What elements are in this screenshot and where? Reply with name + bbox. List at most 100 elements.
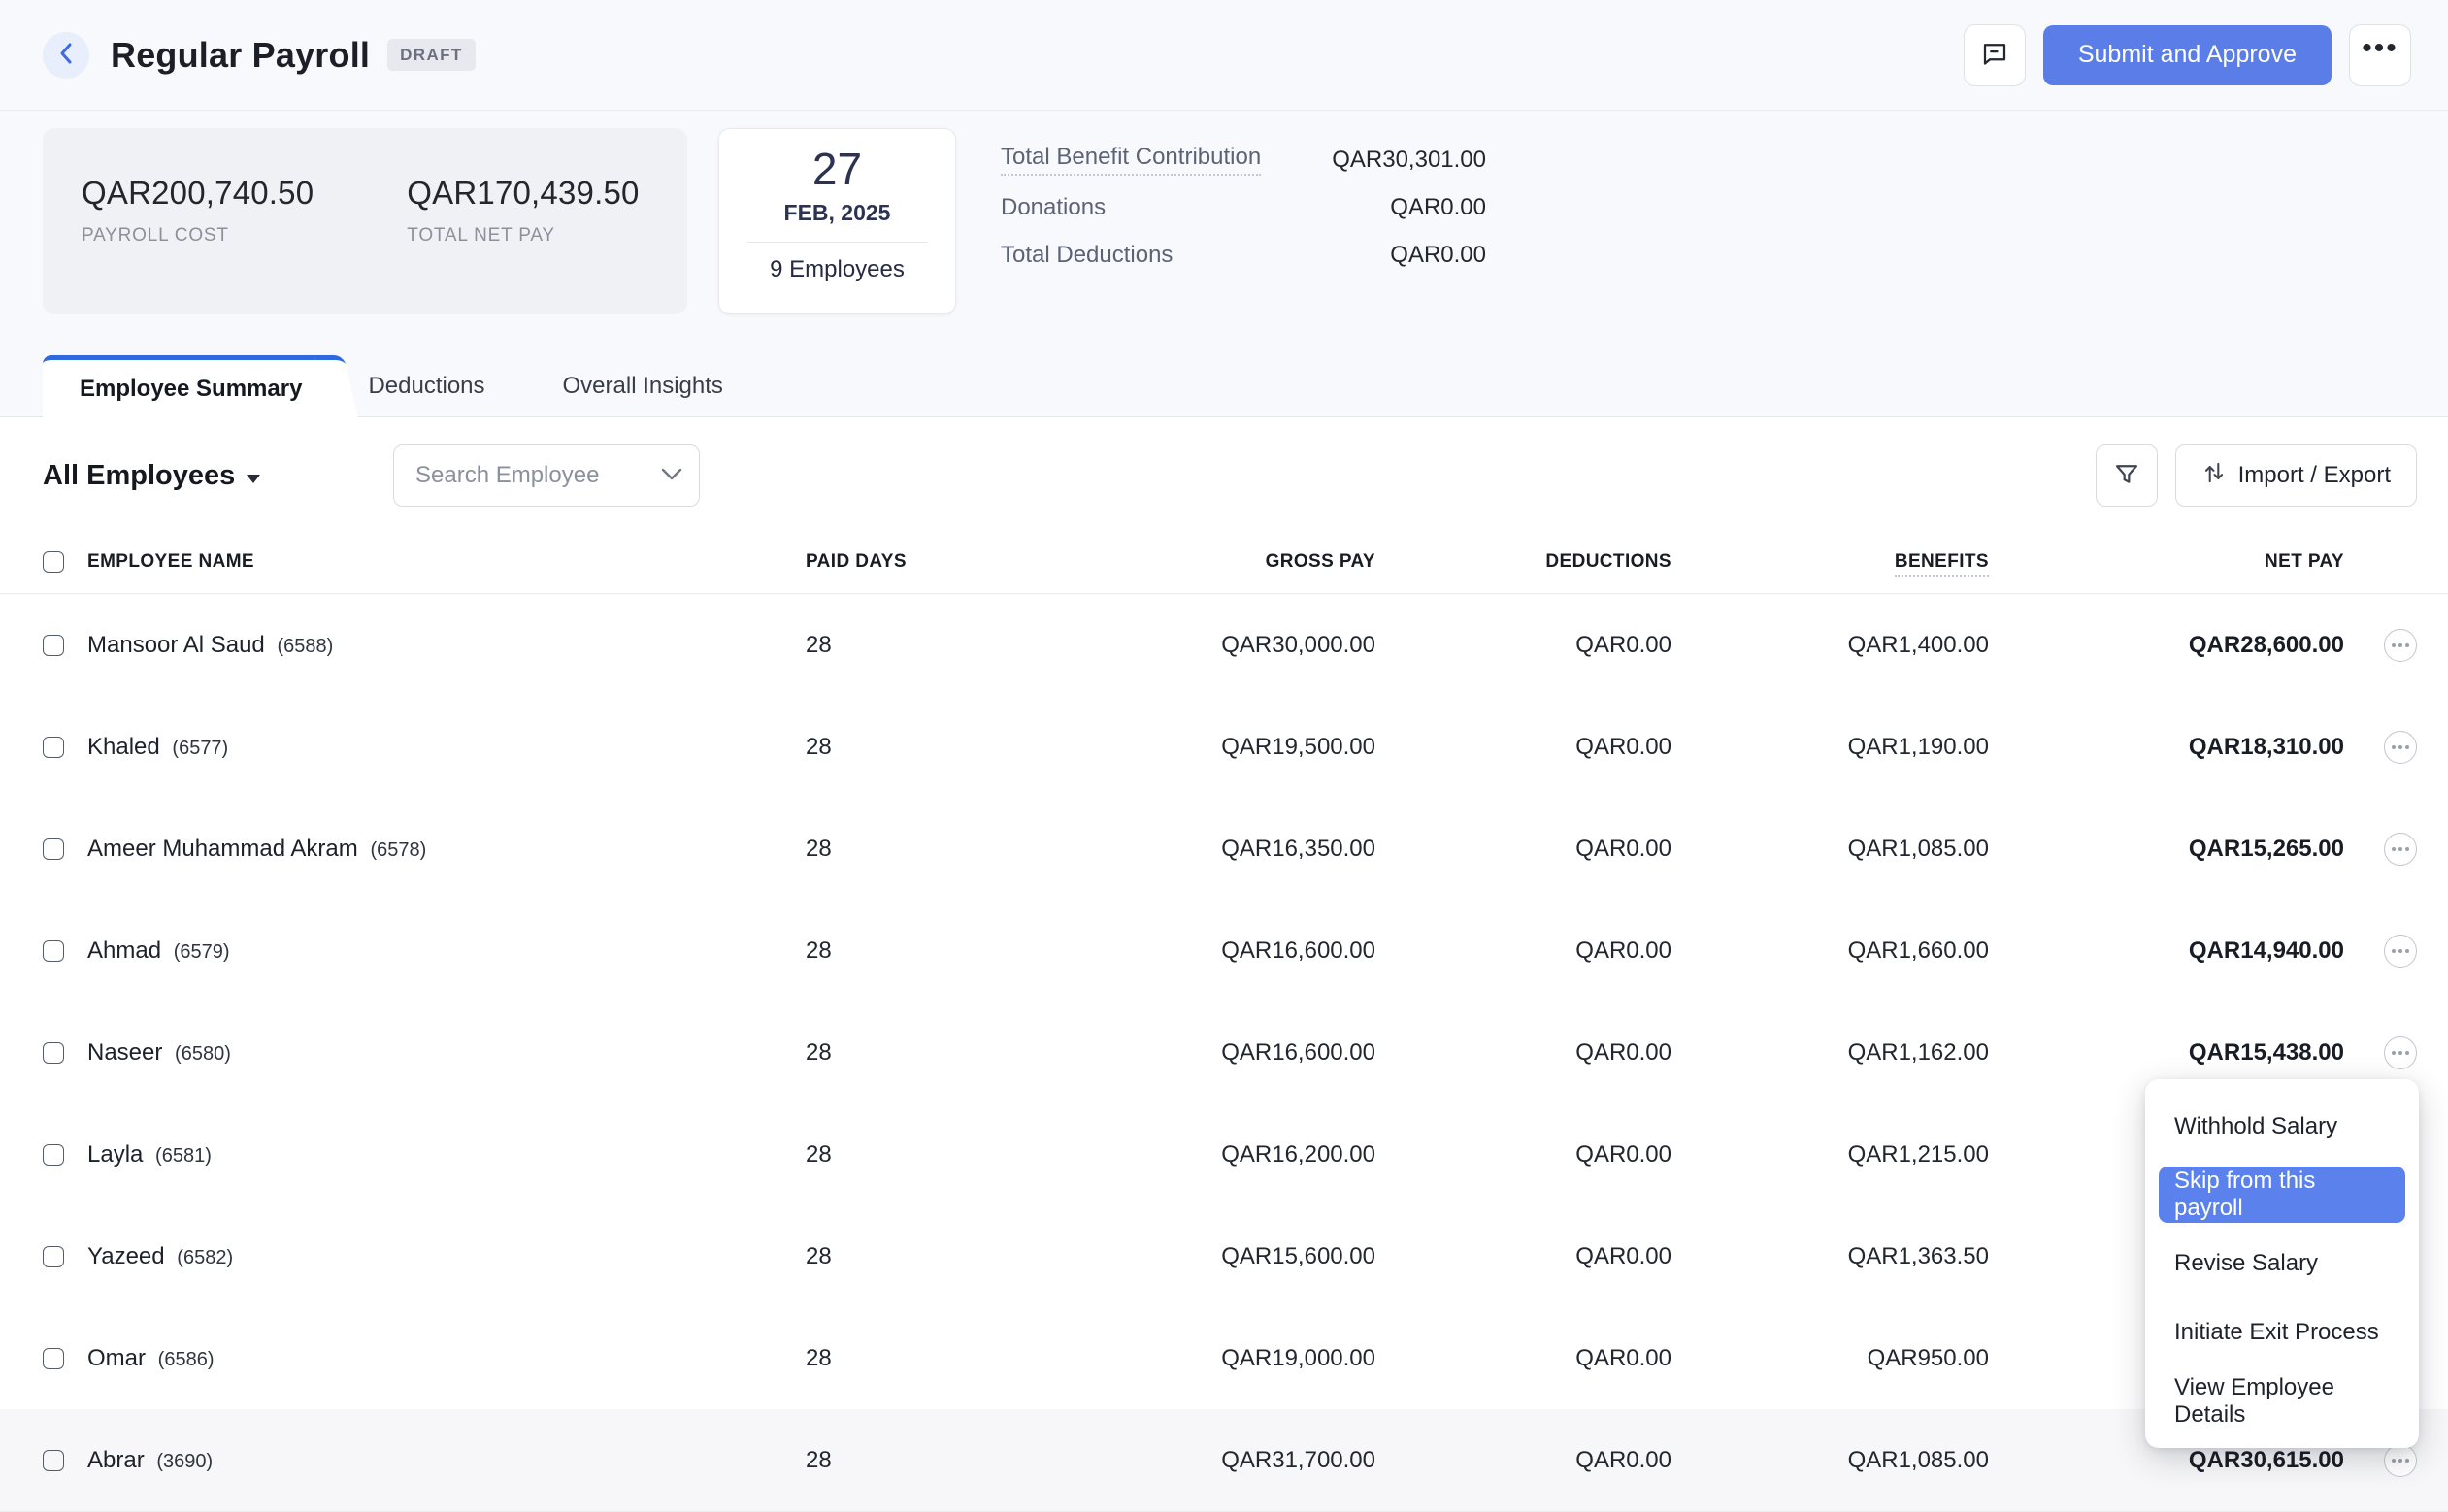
caret-down-icon (247, 475, 260, 483)
comment-icon (1980, 39, 2009, 71)
row-checkbox[interactable] (43, 1348, 64, 1369)
content-area: All Employees (0, 417, 2448, 1512)
table-row[interactable]: Mansoor Al Saud (6588) 28 QAR30,000.00 Q… (0, 594, 2448, 696)
table-row[interactable]: Layla (6581) 28 QAR16,200.00 QAR0.00 QAR… (0, 1103, 2448, 1205)
employee-id: (6586) (158, 1349, 215, 1370)
totals-list: Total Benefit Contribution QAR30,301.00 … (1001, 128, 1486, 279)
benefits-cell: QAR1,215.00 (1671, 1141, 1989, 1168)
chevron-down-icon[interactable] (661, 468, 682, 486)
row-context-menu: Withhold Salary Skip from this payroll R… (2145, 1079, 2419, 1448)
swap-vertical-icon (2201, 459, 2227, 493)
table-header-row: EMPLOYEE NAME PAID DAYS GROSS PAY DEDUCT… (0, 530, 2448, 594)
benefits-cell: QAR1,190.00 (1671, 734, 1989, 761)
col-employee-name: EMPLOYEE NAME (87, 551, 806, 573)
paid-days-cell: 28 (806, 1345, 961, 1372)
row-actions-button[interactable] (2384, 1036, 2417, 1069)
paid-days-cell: 28 (806, 836, 961, 863)
paid-days-cell: 28 (806, 1447, 961, 1474)
paid-days-cell: 28 (806, 632, 961, 659)
donations-row: Donations QAR0.00 (1001, 183, 1486, 231)
context-menu-item[interactable]: Initiate Exit Process (2145, 1298, 2419, 1366)
employee-name-cell: Mansoor Al Saud (6588) (87, 632, 806, 659)
back-button[interactable] (43, 32, 89, 79)
funnel-icon (2113, 461, 2140, 491)
row-checkbox[interactable] (43, 1144, 64, 1166)
employee-id: (6582) (177, 1247, 233, 1268)
row-checkbox[interactable] (43, 838, 64, 860)
total-net-pay-label: TOTAL NET PAY (407, 225, 639, 247)
table-row[interactable]: Ameer Muhammad Akram (6578) 28 QAR16,350… (0, 798, 2448, 900)
employee-name: Layla (87, 1141, 143, 1167)
table-row[interactable]: Ahmad (6579) 28 QAR16,600.00 QAR0.00 QAR… (0, 900, 2448, 1002)
net-pay-cell: QAR15,265.00 (1989, 836, 2344, 863)
more-actions-button[interactable]: ••• (2349, 24, 2411, 86)
tab-deductions[interactable]: Deductions (329, 355, 523, 416)
total-benefit-value: QAR30,301.00 (1332, 147, 1486, 174)
employee-name: Mansoor Al Saud (87, 632, 265, 658)
col-deductions: DEDUCTIONS (1375, 551, 1671, 573)
pay-date-month-year: FEB, 2025 (784, 200, 891, 226)
comments-button[interactable] (1964, 24, 2026, 86)
submit-and-approve-button[interactable]: Submit and Approve (2043, 25, 2332, 85)
paid-days-cell: 28 (806, 1039, 961, 1067)
table-row[interactable]: Abrar (3690) 28 QAR31,700.00 QAR0.00 QAR… (0, 1409, 2448, 1511)
tab-overall-insights[interactable]: Overall Insights (524, 355, 762, 416)
payroll-cost-card: QAR200,740.50 PAYROLL COST QAR170,439.50… (43, 128, 687, 314)
tab-employee-summary[interactable]: Employee Summary (43, 355, 329, 417)
row-checkbox[interactable] (43, 1246, 64, 1267)
employee-count: 9 Employees (770, 256, 905, 283)
import-export-button[interactable]: Import / Export (2175, 444, 2417, 507)
filter-button[interactable] (2096, 444, 2158, 507)
employee-filter-dropdown[interactable]: All Employees (43, 460, 393, 492)
employee-name-cell: Layla (6581) (87, 1141, 806, 1168)
payroll-cost-label: PAYROLL COST (82, 225, 314, 247)
row-actions-button[interactable] (2384, 833, 2417, 866)
context-menu-item[interactable]: Withhold Salary (2145, 1092, 2419, 1161)
net-pay-cell: QAR14,940.00 (1989, 937, 2344, 965)
table-row[interactable]: Omar (6586) 28 QAR19,000.00 QAR0.00 QAR9… (0, 1307, 2448, 1409)
total-benefit-row: Total Benefit Contribution QAR30,301.00 (1001, 136, 1486, 183)
benefits-cell: QAR1,363.50 (1671, 1243, 1989, 1270)
total-benefit-label[interactable]: Total Benefit Contribution (1001, 144, 1261, 176)
total-deductions-value: QAR0.00 (1390, 242, 1486, 269)
tab-bar: Employee Summary Deductions Overall Insi… (0, 355, 2448, 417)
table-row[interactable]: Khaled (6577) 28 QAR19,500.00 QAR0.00 QA… (0, 696, 2448, 798)
total-deductions-label: Total Deductions (1001, 242, 1173, 269)
employee-name-cell: Ameer Muhammad Akram (6578) (87, 836, 806, 863)
row-actions-button[interactable] (2384, 935, 2417, 968)
row-actions-button[interactable] (2384, 1444, 2417, 1477)
deductions-cell: QAR0.00 (1375, 734, 1671, 761)
paid-days-cell: 28 (806, 1141, 961, 1168)
select-all-checkbox[interactable] (43, 551, 64, 573)
gross-pay-cell: QAR19,000.00 (961, 1345, 1375, 1372)
employee-id: (6579) (174, 941, 230, 963)
deductions-cell: QAR0.00 (1375, 1141, 1671, 1168)
import-export-label: Import / Export (2238, 462, 2391, 489)
deductions-cell: QAR0.00 (1375, 836, 1671, 863)
employee-name-cell: Yazeed (6582) (87, 1243, 806, 1270)
paid-days-cell: 28 (806, 1243, 961, 1270)
context-menu-item[interactable]: Revise Salary (2145, 1229, 2419, 1298)
summary-section: QAR200,740.50 PAYROLL COST QAR170,439.50… (0, 111, 2448, 314)
table-row[interactable]: Yazeed (6582) 28 QAR15,600.00 QAR0.00 QA… (0, 1205, 2448, 1307)
donations-value: QAR0.00 (1390, 194, 1486, 221)
deductions-cell: QAR0.00 (1375, 1243, 1671, 1270)
row-actions-button[interactable] (2384, 629, 2417, 662)
row-checkbox[interactable] (43, 1450, 64, 1471)
context-menu-item[interactable]: Skip from this payroll (2159, 1167, 2405, 1223)
row-checkbox[interactable] (43, 737, 64, 758)
pay-date-day: 27 (812, 145, 862, 194)
search-employee-input[interactable] (393, 444, 700, 507)
table-row[interactable]: Naseer (6580) 28 QAR16,600.00 QAR0.00 QA… (0, 1002, 2448, 1103)
row-actions-button[interactable] (2384, 731, 2417, 764)
context-menu-item[interactable]: View Employee Details (2145, 1366, 2419, 1435)
employee-id: (6577) (172, 738, 228, 759)
row-checkbox[interactable] (43, 635, 64, 656)
col-benefits[interactable]: BENEFITS (1671, 551, 1989, 573)
employee-id: (3690) (156, 1451, 213, 1472)
employee-name: Khaled (87, 734, 160, 760)
top-area: Regular Payroll DRAFT Submit and Approve… (0, 0, 2448, 417)
page-header: Regular Payroll DRAFT Submit and Approve… (0, 0, 2448, 111)
row-checkbox[interactable] (43, 940, 64, 962)
row-checkbox[interactable] (43, 1042, 64, 1064)
